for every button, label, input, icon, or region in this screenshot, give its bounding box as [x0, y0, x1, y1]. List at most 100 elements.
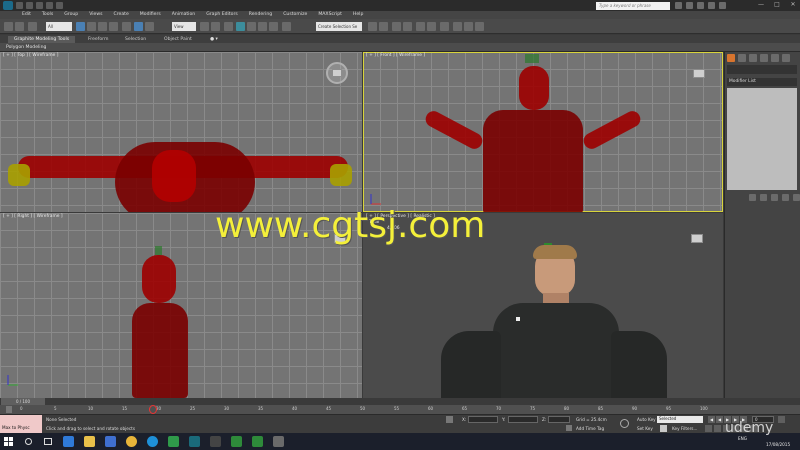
select-manipulate-icon[interactable]: [211, 22, 220, 31]
show-end-result-icon[interactable]: [760, 194, 767, 201]
store-icon[interactable]: [105, 436, 116, 447]
redo-tool-icon[interactable]: [15, 22, 24, 31]
tab-freeform[interactable]: Freeform: [88, 36, 108, 43]
tab-graphite-modeling-tools[interactable]: Graphite Modeling Tools: [8, 36, 76, 43]
pin-stack-icon[interactable]: [749, 194, 756, 201]
communication-icon[interactable]: [697, 2, 704, 9]
object-name-field[interactable]: [727, 65, 797, 74]
set-key-button[interactable]: Set Key: [637, 426, 653, 431]
file-explorer-icon[interactable]: [84, 436, 95, 447]
help-icon[interactable]: [719, 2, 726, 9]
x-coordinate-input[interactable]: [468, 416, 498, 423]
close-button[interactable]: ✕: [788, 1, 798, 9]
spinner-snap-icon[interactable]: [269, 22, 278, 31]
align-icon[interactable]: [379, 22, 388, 31]
zoom-all-icon[interactable]: [714, 425, 721, 432]
link-icon[interactable]: [28, 22, 37, 31]
skype-icon[interactable]: [147, 436, 158, 447]
windows-start-icon[interactable]: [4, 437, 13, 446]
search-input[interactable]: Type a keyword or phrase: [596, 2, 670, 10]
pivot-center-icon[interactable]: [200, 22, 209, 31]
set-key-icon[interactable]: [660, 425, 667, 432]
language-indicator[interactable]: ENG: [738, 436, 747, 441]
tab-object-paint[interactable]: Object Paint: [164, 36, 192, 43]
motion-tab-icon[interactable]: [760, 54, 768, 62]
lock-selection-icon[interactable]: [446, 416, 453, 423]
ribbon-options-icon[interactable]: ● ▾: [210, 36, 218, 43]
menu-customize[interactable]: Customize: [283, 11, 307, 19]
window-crossing-icon[interactable]: [109, 22, 118, 31]
zoom-icon[interactable]: [705, 425, 712, 432]
favorites-star-icon[interactable]: [708, 2, 715, 9]
menu-animation[interactable]: Animation: [172, 11, 195, 19]
modifier-stack[interactable]: [727, 88, 797, 190]
select-by-name-icon[interactable]: [87, 22, 96, 31]
viewcube-icon[interactable]: [691, 234, 703, 243]
minimize-button[interactable]: —: [756, 1, 766, 9]
render-teapot-icon[interactable]: [475, 22, 484, 31]
modifier-list-select[interactable]: Modifier List: [727, 78, 797, 86]
undo-icon[interactable]: [46, 2, 53, 9]
new-file-icon[interactable]: [16, 2, 23, 9]
select-object-icon[interactable]: [76, 22, 85, 31]
render-setup-icon[interactable]: [453, 22, 462, 31]
select-scale-icon[interactable]: [145, 22, 154, 31]
menu-tools[interactable]: Tools: [42, 11, 53, 19]
app-icon[interactable]: [273, 436, 284, 447]
material-editor-icon[interactable]: [440, 22, 449, 31]
create-tab-icon[interactable]: [727, 54, 735, 62]
3dsmax-taskbar-icon[interactable]: [189, 436, 200, 447]
camtasia-icon[interactable]: [231, 436, 242, 447]
hierarchy-tab-icon[interactable]: [749, 54, 757, 62]
previous-frame-icon[interactable]: ◀: [716, 416, 723, 423]
redo-icon[interactable]: [56, 2, 63, 9]
graphite-toggle-icon[interactable]: [403, 22, 412, 31]
menu-maxscript[interactable]: MAXScript: [318, 11, 342, 19]
select-move-icon[interactable]: [122, 22, 131, 31]
selection-filter-select[interactable]: All: [46, 22, 72, 31]
rectangle-selection-icon[interactable]: [98, 22, 107, 31]
time-config-icon[interactable]: [778, 416, 785, 423]
viewport-top[interactable]: [ + ] [ Top ] [ Wireframe ]: [0, 52, 362, 212]
viewport-front-label[interactable]: [ + ] [ Front ] [ Wireframe ]: [366, 53, 425, 58]
viewcube-icon[interactable]: [332, 69, 342, 77]
select-rotate-icon[interactable]: [134, 22, 143, 31]
modify-tab-icon[interactable]: [738, 54, 746, 62]
viewport-front[interactable]: [ + ] [ Front ] [ Wireframe ]: [363, 52, 723, 212]
reference-coordinate-select[interactable]: View: [172, 22, 196, 31]
menu-modifiers[interactable]: Modifiers: [140, 11, 161, 19]
maximize-button[interactable]: □: [772, 1, 782, 9]
menu-graph-editors[interactable]: Graph Editors: [206, 11, 238, 19]
task-view-icon[interactable]: [44, 438, 52, 445]
search-taskbar-icon[interactable]: [25, 438, 32, 445]
camtasia-recorder-icon[interactable]: [252, 436, 263, 447]
key-filters-button[interactable]: Key Filters...: [672, 426, 697, 431]
auto-key-button[interactable]: Auto Key: [637, 417, 656, 422]
track-bar-toggle-icon[interactable]: [6, 406, 12, 413]
viewport-right-label[interactable]: [ + ] [ Right ] [ Wireframe ]: [3, 214, 63, 219]
menu-create[interactable]: Create: [114, 11, 129, 19]
layer-manager-icon[interactable]: [392, 22, 401, 31]
curve-editor-icon[interactable]: [416, 22, 425, 31]
display-tab-icon[interactable]: [771, 54, 779, 62]
chrome-icon[interactable]: [126, 436, 137, 447]
undo-tool-icon[interactable]: [4, 22, 13, 31]
z-coordinate-input[interactable]: [548, 416, 570, 423]
menu-views[interactable]: Views: [89, 11, 102, 19]
edge-browser-icon[interactable]: [63, 436, 74, 447]
edit-named-selection-icon[interactable]: [282, 22, 291, 31]
tab-selection[interactable]: Selection: [125, 36, 146, 43]
remove-modifier-icon[interactable]: [782, 194, 789, 201]
add-time-tag-button[interactable]: Add Time Tag: [576, 426, 604, 431]
folder-app-icon[interactable]: [210, 436, 221, 447]
rendered-frame-icon[interactable]: [464, 22, 473, 31]
auto-key-mode-select[interactable]: Selected: [657, 416, 703, 423]
time-tag-icon[interactable]: [566, 425, 572, 431]
maxscript-listener[interactable]: Max to Physc: [0, 415, 42, 434]
menu-rendering[interactable]: Rendering: [249, 11, 272, 19]
named-selection-set-select[interactable]: Create Selection Se: [316, 22, 362, 31]
key-mode-icon[interactable]: [620, 419, 629, 428]
binoculars-icon[interactable]: [675, 2, 682, 9]
open-file-icon[interactable]: [26, 2, 33, 9]
y-coordinate-input[interactable]: [508, 416, 538, 423]
